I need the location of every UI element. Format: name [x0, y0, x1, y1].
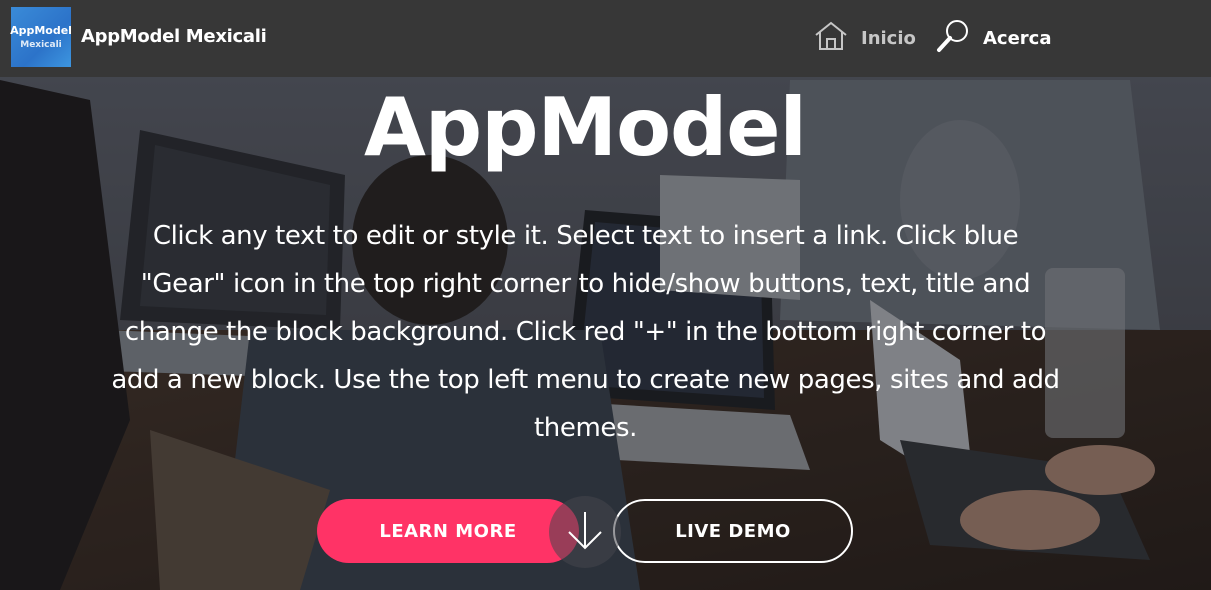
nav-link-inicio-label: Inicio — [861, 27, 916, 49]
navbar: AppModel Mexicali AppModel Mexicali Inic… — [0, 0, 1211, 77]
logo-text-line2: Mexicali — [20, 39, 62, 50]
learn-more-button[interactable]: LEARN MORE — [317, 499, 579, 563]
magnifier-icon — [936, 19, 970, 58]
nav-link-inicio[interactable]: Inicio — [814, 20, 916, 56]
hero-title: AppModel — [364, 81, 807, 174]
home-icon — [814, 21, 848, 56]
arrow-down-icon — [563, 508, 607, 557]
logo-text-line1: AppModel — [10, 23, 72, 37]
scroll-down-button[interactable] — [549, 496, 621, 568]
nav-link-acerca-label: Acerca — [983, 27, 1052, 49]
nav-link-acerca[interactable]: Acerca — [936, 19, 1052, 58]
page: AppModel Mexicali AppModel Mexicali Inic… — [0, 0, 1211, 590]
site-logo[interactable]: AppModel Mexicali — [10, 7, 72, 67]
hero-description: Click any text to edit or style it. Sele… — [111, 221, 1060, 443]
brand-name[interactable]: AppModel Mexicali — [81, 26, 267, 48]
live-demo-button[interactable]: LIVE DEMO — [613, 499, 853, 563]
